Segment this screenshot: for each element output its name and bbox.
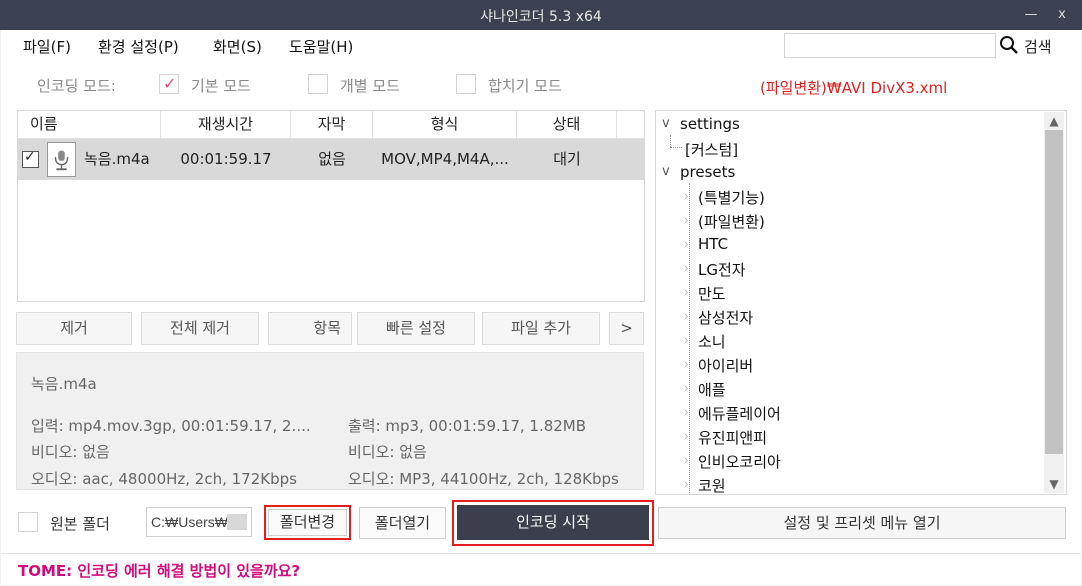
remove-button[interactable]: 제거 [16, 312, 132, 345]
table-row[interactable]: 녹음.m4a 00:01:59.17 없음 MOV,MP4,M4A,... 대기 [18, 139, 644, 180]
tree-guide-line [689, 183, 690, 493]
row-checkbox[interactable] [22, 149, 39, 168]
tree-item[interactable]: HTC [698, 235, 728, 253]
source-folder-checkbox[interactable] [18, 512, 38, 532]
tree-item[interactable]: LG전자 [698, 259, 746, 280]
menu-view[interactable]: 화면(S) [213, 36, 262, 57]
column-status[interactable]: 상태 [517, 111, 617, 139]
row-subtitle: 없음 [318, 150, 346, 168]
info-output-video: 비디오: 없음 [348, 443, 427, 461]
chevron-right-icon[interactable]: › [684, 213, 689, 227]
status-bar: TOME: 인코딩 에러 해결 방법이 있을까요? [1, 553, 1081, 585]
quick-settings-button[interactable]: 빠른 설정 [357, 312, 475, 345]
row-format: MOV,MP4,M4A,... [381, 150, 509, 168]
scroll-down-icon[interactable]: ▼ [1044, 475, 1064, 493]
tree-node-settings[interactable]: settings [680, 115, 740, 133]
individual-mode-checkbox[interactable] [308, 74, 328, 94]
row-duration: 00:01:59.17 [180, 150, 272, 168]
merge-mode-checkbox[interactable] [456, 74, 476, 94]
chevron-right-icon[interactable]: › [684, 381, 689, 395]
search-icon[interactable] [999, 35, 1019, 55]
row-status: 대기 [553, 150, 581, 168]
tree-item[interactable]: 인비오코리아 [698, 451, 781, 472]
chevron-right-icon[interactable]: › [684, 429, 689, 443]
close-button[interactable]: x [1050, 3, 1074, 27]
search-button-label[interactable]: 검색 [1024, 36, 1052, 57]
tree-node-presets[interactable]: presets [680, 163, 735, 181]
add-file-button[interactable]: 파일 추가 [482, 312, 600, 345]
basic-mode-label[interactable]: 기본 모드 [191, 75, 251, 96]
encode-mode-label: 인코딩 모드: [37, 77, 116, 95]
open-folder-button[interactable]: 폴더열기 [359, 507, 446, 539]
tree-item[interactable]: 에듀플레이어 [698, 403, 781, 424]
basic-mode-checkbox[interactable] [159, 74, 179, 94]
encode-mode-row: 인코딩 모드: 기본 모드 개별 모드 합치기 모드 (파일변환)₩AVI Di… [1, 62, 1081, 106]
individual-mode-label[interactable]: 개별 모드 [340, 75, 400, 96]
info-input-audio: 오디오: aac, 48000Hz, 2ch, 172Kbps [31, 470, 297, 488]
tree-item[interactable]: 만도 [698, 283, 726, 304]
info-input-video: 비디오: 없음 [31, 443, 110, 461]
tip-link[interactable]: TOME: 인코딩 에러 해결 방법이 있을까요? [18, 560, 300, 581]
more-button[interactable]: > [609, 312, 644, 345]
tree-item[interactable]: 코원 [698, 475, 726, 494]
audio-file-icon [47, 142, 76, 177]
source-folder-label[interactable]: 원본 폴더 [50, 513, 110, 534]
tree-guide-line [670, 147, 682, 148]
tree-node-custom[interactable]: [커스텀] [685, 139, 738, 160]
chevron-right-icon[interactable]: › [684, 357, 689, 371]
search-input[interactable] [784, 33, 996, 58]
tree-item[interactable]: 삼성전자 [698, 307, 753, 328]
chevron-right-icon[interactable]: › [684, 237, 689, 251]
chevron-right-icon[interactable]: › [684, 285, 689, 299]
tree-item[interactable]: 소니 [698, 331, 726, 352]
menu-file[interactable]: 파일(F) [23, 36, 71, 57]
file-list[interactable]: 이름 재생시간 자막 형식 상태 녹음.m4a 00:01:59.17 없음 M… [17, 110, 645, 302]
chevron-down-icon[interactable]: v [662, 116, 670, 131]
change-folder-button[interactable]: 폴더변경 [268, 509, 347, 536]
chevron-right-icon[interactable]: › [684, 189, 689, 203]
chevron-down-icon[interactable]: v [662, 164, 670, 179]
info-input: 입력: mp4.mov.3gp, 00:01:59.17, 2.... [31, 417, 311, 435]
tree-item[interactable]: 유진피앤피 [698, 427, 767, 448]
remove-all-button[interactable]: 전체 제거 [141, 312, 259, 345]
chevron-right-icon[interactable]: › [684, 309, 689, 323]
window-title: 샤나인코더 5.3 x64 [480, 9, 602, 25]
menu-help[interactable]: 도움말(H) [289, 36, 353, 57]
row-name: 녹음.m4a [84, 150, 150, 168]
info-output: 출력: mp3, 00:01:59.17, 1.82MB [348, 417, 587, 435]
tree-item[interactable]: 애플 [698, 379, 726, 400]
tree-item[interactable]: 아이리버 [698, 355, 753, 376]
chevron-right-icon[interactable]: › [684, 333, 689, 347]
chevron-right-icon[interactable]: › [684, 261, 689, 275]
file-list-header: 이름 재생시간 자막 형식 상태 [18, 111, 644, 139]
preset-tree[interactable]: v settings [커스텀] v presets › (특별기능) › (파… [655, 110, 1067, 495]
items-button[interactable]: 항목 [268, 312, 352, 345]
start-encoding-button[interactable]: 인코딩 시작 [457, 505, 649, 540]
merge-mode-label[interactable]: 합치기 모드 [488, 75, 562, 96]
tree-item[interactable]: (특별기능) [698, 187, 765, 208]
title-bar: 샤나인코더 5.3 x64 — x [0, 0, 1082, 30]
column-format[interactable]: 형식 [373, 111, 517, 139]
column-duration[interactable]: 재생시간 [161, 111, 291, 139]
tree-item[interactable]: (파일변환) [698, 211, 765, 232]
info-output-audio: 오디오: MP3, 44100Hz, 2ch, 128Kbps [348, 470, 619, 488]
tree-scrollbar-thumb[interactable] [1045, 130, 1063, 454]
minimize-button[interactable]: — [1019, 3, 1043, 27]
file-info-panel: 녹음.m4a 입력: mp4.mov.3gp, 00:01:59.17, 2..… [16, 352, 644, 490]
chevron-right-icon[interactable]: › [684, 477, 689, 491]
scroll-up-icon[interactable]: ▲ [1044, 112, 1064, 130]
tree-guide-line [670, 135, 671, 147]
redacted-path-block [227, 514, 247, 530]
preset-path: (파일변환)₩AVI DivX3.xml [760, 79, 948, 97]
info-file-name: 녹음.m4a [31, 375, 97, 393]
chevron-right-icon[interactable]: › [684, 405, 689, 419]
column-name[interactable]: 이름 [18, 111, 161, 139]
chevron-right-icon[interactable]: › [684, 453, 689, 467]
open-presets-menu-button[interactable]: 설정 및 프리셋 메뉴 열기 [658, 507, 1066, 539]
column-subtitle[interactable]: 자막 [291, 111, 373, 139]
menu-settings[interactable]: 환경 설정(P) [98, 36, 179, 57]
menu-bar: 파일(F) 환경 설정(P) 화면(S) 도움말(H) 검색 [1, 30, 1081, 62]
